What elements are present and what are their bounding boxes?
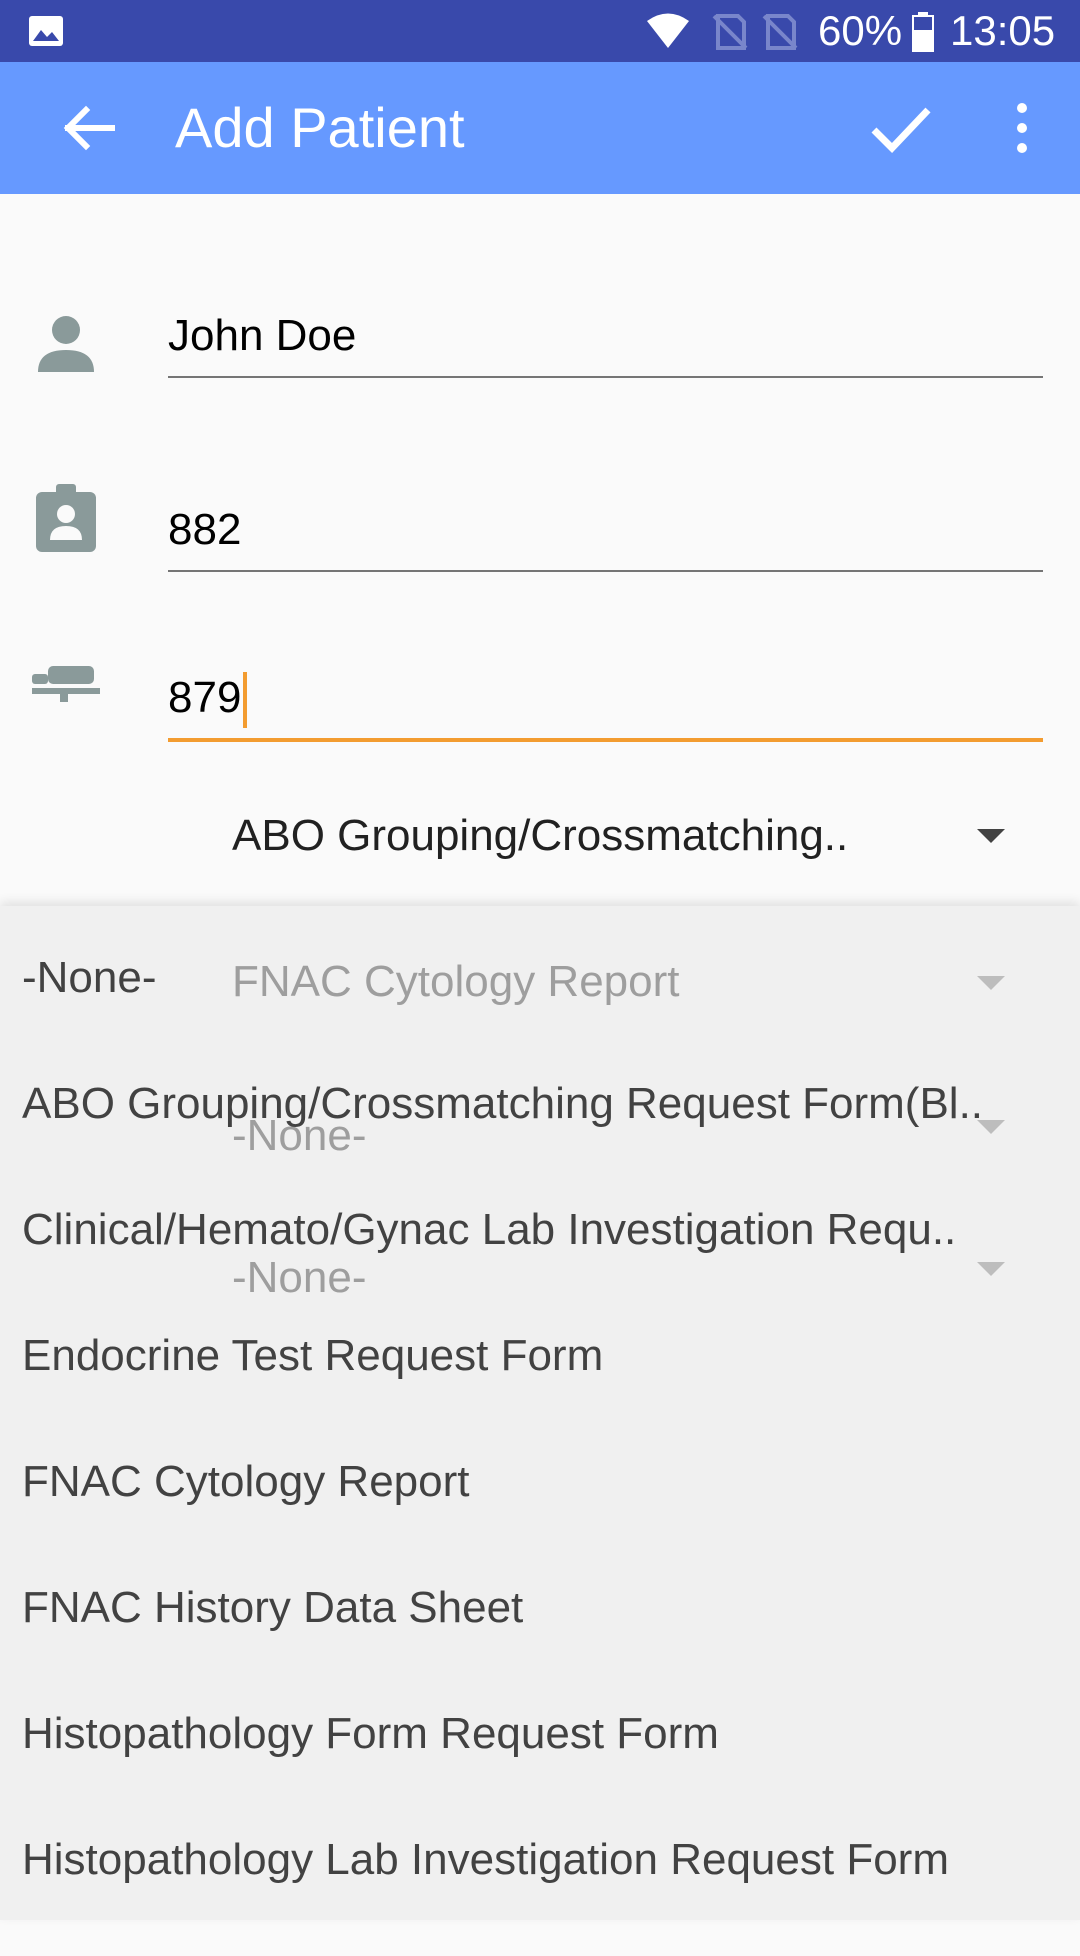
text-cursor: [243, 672, 248, 729]
form-type-value: ABO Grouping/Crossmatching..: [232, 811, 849, 860]
no-sim-icon: [762, 14, 798, 50]
app-bar: Add Patient: [0, 62, 1080, 194]
gallery-icon: [29, 16, 63, 46]
page-title: Add Patient: [175, 96, 465, 159]
dropdown-item[interactable]: FNAC History Data Sheet: [22, 1578, 1072, 1704]
dropdown-item[interactable]: Histopathology Form Request Form: [22, 1704, 1072, 1830]
status-bar: 60% 13:05: [0, 0, 1080, 62]
dropdown-item[interactable]: FNAC Cytology Report: [22, 1452, 1072, 1578]
no-sim-icon: [712, 14, 748, 50]
dropdown-item[interactable]: ABO Grouping/Crossmatching Request Form(…: [22, 1074, 1072, 1200]
battery-icon: [912, 12, 934, 52]
patient-id-input[interactable]: 882: [168, 500, 1043, 572]
wifi-icon: [647, 13, 689, 48]
bed-number-value: 879: [168, 673, 242, 722]
dropdown-arrow-icon: [977, 829, 1005, 843]
dropdown-item[interactable]: Clinical/Hemato/Gynac Lab Investigation …: [22, 1200, 1072, 1326]
dropdown-item[interactable]: -None-: [22, 948, 1072, 1074]
clock: 13:05: [950, 7, 1056, 54]
bed-number-input[interactable]: 879: [168, 668, 1043, 742]
battery-percent: 60%: [818, 7, 903, 54]
form-type-spinner[interactable]: ABO Grouping/Crossmatching..: [232, 806, 1022, 876]
check-icon[interactable]: [862, 92, 938, 164]
patient-id-value: 882: [168, 505, 242, 554]
person-icon: [38, 316, 94, 372]
dropdown-item[interactable]: Endocrine Test Request Form: [22, 1326, 1072, 1452]
patient-name-input[interactable]: John Doe: [168, 306, 1043, 378]
arrow-left-icon[interactable]: [52, 92, 124, 164]
bed-icon: [32, 666, 100, 702]
more-vert-icon[interactable]: [1000, 92, 1044, 164]
dropdown-item[interactable]: Histopathology Lab Investigation Request…: [22, 1830, 1072, 1956]
patient-name-value: John Doe: [168, 311, 357, 360]
dropdown-menu: FNAC Cytology Report -None- -None- -None…: [0, 906, 1080, 1920]
badge-icon: [36, 484, 96, 552]
